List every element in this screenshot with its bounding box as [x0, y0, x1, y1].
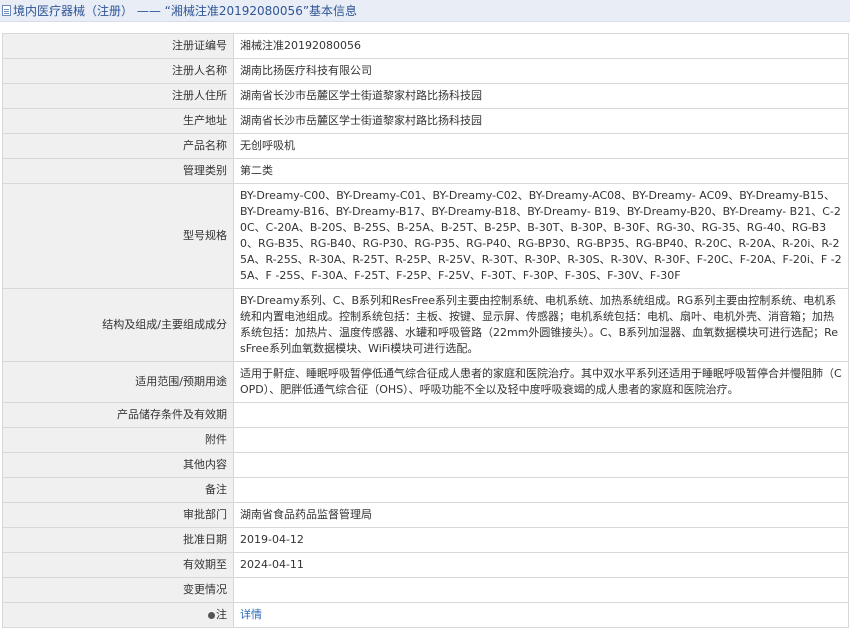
row-label-valid-until: 有效期至: [2, 552, 234, 578]
row-label-changes: 变更情况: [2, 577, 234, 603]
row-label-registrant-address: 注册人住所: [2, 83, 234, 109]
table-row: 管理类别 第二类: [2, 158, 849, 184]
table-row: 变更情况: [2, 577, 849, 603]
row-value-registrant: 湖南比扬医疗科技有限公司: [233, 58, 849, 84]
row-label-production-address: 生产地址: [2, 108, 234, 134]
row-label-structure: 结构及组成/主要组成成分: [2, 288, 234, 362]
row-value-structure: BY-Dreamy系列、C、B系列和ResFree系列主要由控制系统、电机系统、…: [233, 288, 849, 362]
row-value-production-address: 湖南省长沙市岳麓区学士街道黎家村路比扬科技园: [233, 108, 849, 134]
table-row: 批准日期 2019-04-12: [2, 527, 849, 553]
table-row: 审批部门 湖南省食品药品监督管理局: [2, 502, 849, 528]
table-row: 结构及组成/主要组成成分 BY-Dreamy系列、C、B系列和ResFree系列…: [2, 288, 849, 362]
table-row: 其他内容: [2, 452, 849, 478]
row-label-storage: 产品储存条件及有效期: [2, 402, 234, 428]
row-label-other: 其他内容: [2, 452, 234, 478]
row-label-category: 管理类别: [2, 158, 234, 184]
row-value-valid-until: 2024-04-11: [233, 552, 849, 578]
table-row: 适用范围/预期用途 适用于鼾症、睡眠呼吸暂停低通气综合征成人患者的家庭和医院治疗…: [2, 361, 849, 403]
table-row: 备注: [2, 477, 849, 503]
table-row: 产品储存条件及有效期: [2, 402, 849, 428]
table-row: 产品名称 无创呼吸机: [2, 133, 849, 159]
document-icon: [2, 5, 11, 16]
row-value-other: [233, 452, 849, 478]
page-header: 境内医疗器械（注册） —— “湘械注准20192080056”基本信息: [0, 0, 850, 22]
table-row: 有效期至 2024-04-11: [2, 552, 849, 578]
row-value-approval-dept: 湖南省食品药品监督管理局: [233, 502, 849, 528]
row-label-registrant: 注册人名称: [2, 58, 234, 84]
row-value-registrant-address: 湖南省长沙市岳麓区学士街道黎家村路比扬科技园: [233, 83, 849, 109]
note-label: 注: [216, 608, 227, 621]
info-table: 注册证编号 湘械注准20192080056 注册人名称 湖南比扬医疗科技有限公司…: [2, 33, 849, 628]
row-label-reg-no: 注册证编号: [2, 33, 234, 59]
row-value-product-name: 无创呼吸机: [233, 133, 849, 159]
table-row: 型号规格 BY-Dreamy-C00、BY-Dreamy-C01、BY-Drea…: [2, 183, 849, 289]
row-value-category: 第二类: [233, 158, 849, 184]
row-label-product-name: 产品名称: [2, 133, 234, 159]
row-value-changes: [233, 577, 849, 603]
page-title: 境内医疗器械（注册） —— “湘械注准20192080056”基本信息: [13, 4, 358, 18]
row-label-attachments: 附件: [2, 427, 234, 453]
row-label-models: 型号规格: [2, 183, 234, 289]
row-value-note: 详情: [233, 602, 849, 628]
row-value-attachments: [233, 427, 849, 453]
table-row: 注册人名称 湖南比扬医疗科技有限公司: [2, 58, 849, 84]
row-label-note: 注: [2, 602, 234, 628]
row-value-approval-date: 2019-04-12: [233, 527, 849, 553]
row-label-approval-dept: 审批部门: [2, 502, 234, 528]
table-row: 生产地址 湖南省长沙市岳麓区学士街道黎家村路比扬科技园: [2, 108, 849, 134]
details-link[interactable]: 详情: [240, 608, 262, 621]
table-row: 附件: [2, 427, 849, 453]
row-value-storage: [233, 402, 849, 428]
table-row: 注 详情: [2, 602, 849, 628]
row-label-remarks: 备注: [2, 477, 234, 503]
table-row: 注册人住所 湖南省长沙市岳麓区学士街道黎家村路比扬科技园: [2, 83, 849, 109]
row-value-remarks: [233, 477, 849, 503]
row-label-approval-date: 批准日期: [2, 527, 234, 553]
pin-icon: [208, 611, 215, 619]
row-value-intended-use: 适用于鼾症、睡眠呼吸暂停低通气综合征成人患者的家庭和医院治疗。其中双水平系列还适…: [233, 361, 849, 403]
row-value-reg-no: 湘械注准20192080056: [233, 33, 849, 59]
table-row: 注册证编号 湘械注准20192080056: [2, 33, 849, 59]
row-value-models: BY-Dreamy-C00、BY-Dreamy-C01、BY-Dreamy-C0…: [233, 183, 849, 289]
row-label-intended-use: 适用范围/预期用途: [2, 361, 234, 403]
